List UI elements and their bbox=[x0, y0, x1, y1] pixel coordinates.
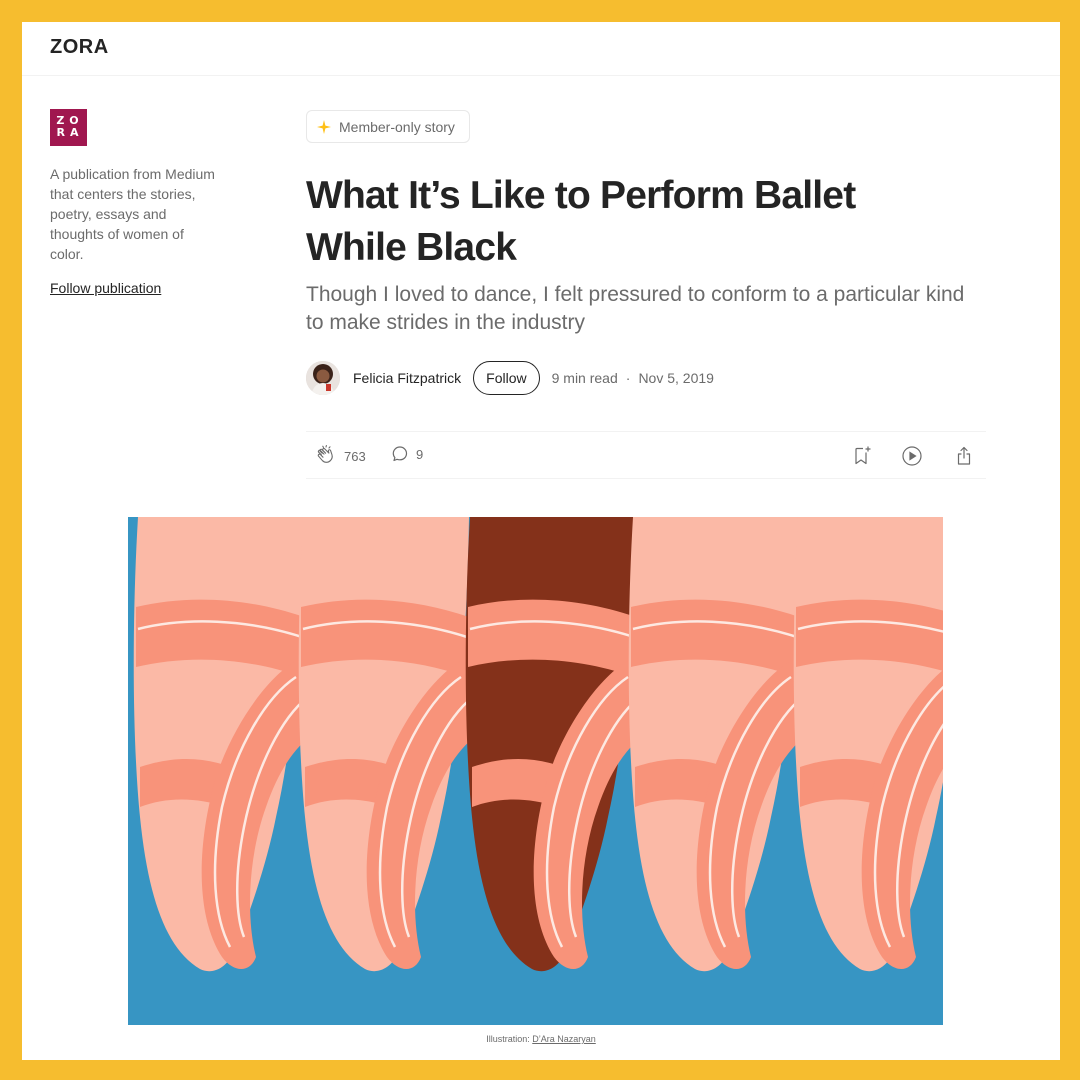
publication-brand-link[interactable]: ZORA bbox=[50, 36, 109, 59]
clap-icon bbox=[317, 444, 333, 463]
top-bar: ZORA bbox=[22, 22, 1060, 76]
listen-button[interactable] bbox=[900, 444, 924, 468]
clap-button[interactable]: 763 bbox=[314, 444, 366, 468]
ballet-shoes-illustration bbox=[128, 517, 943, 1025]
publication-description: A publication from Medium that centers t… bbox=[50, 166, 215, 262]
share-button[interactable] bbox=[952, 444, 976, 468]
read-time: 9 min read bbox=[551, 370, 618, 386]
article-title: What It’s Like to Perform Ballet While B… bbox=[306, 174, 856, 269]
illustrator-credit-link[interactable]: D’Ara Nazaryan bbox=[532, 1034, 596, 1044]
follow-publication-link[interactable]: Follow publication bbox=[50, 280, 161, 296]
sparkle-icon bbox=[317, 119, 331, 134]
responses-button[interactable]: 9 bbox=[390, 444, 423, 464]
logo-letters-bottom: RA bbox=[56, 126, 84, 139]
clap-count: 763 bbox=[344, 448, 366, 464]
caption-prefix: Illustration: bbox=[486, 1034, 533, 1044]
author-avatar[interactable] bbox=[306, 361, 340, 395]
author-photo-icon bbox=[306, 361, 340, 395]
author-name-link[interactable]: Felicia Fitzpatrick bbox=[353, 370, 461, 386]
save-button[interactable] bbox=[850, 444, 874, 468]
image-caption: Illustration: D’Ara Nazaryan bbox=[22, 1034, 1060, 1044]
publish-date: Nov 5, 2019 bbox=[638, 370, 714, 386]
article-actions-bar: 763 9 bbox=[306, 431, 986, 479]
share-icon bbox=[957, 446, 971, 465]
play-icon bbox=[902, 446, 922, 466]
bookmark-add-icon bbox=[855, 446, 871, 465]
member-only-label: Member-only story bbox=[339, 118, 455, 135]
member-only-badge[interactable]: Member-only story bbox=[306, 110, 470, 143]
article-subtitle: Though I loved to dance, I felt pressure… bbox=[306, 283, 965, 334]
meta-separator: · bbox=[625, 370, 631, 386]
response-count: 9 bbox=[416, 446, 424, 462]
author-row: Felicia Fitzpatrick Follow 9 min read · … bbox=[306, 360, 714, 396]
follow-author-button[interactable]: Follow bbox=[473, 361, 540, 395]
hero-illustration bbox=[128, 517, 943, 1025]
article-page: ZORA ZO RA A publication from Medium tha… bbox=[22, 22, 1060, 1060]
publication-logo[interactable]: ZO RA bbox=[50, 109, 87, 146]
comment-icon bbox=[392, 446, 408, 462]
article-meta: 9 min read · Nov 5, 2019 bbox=[552, 370, 714, 386]
